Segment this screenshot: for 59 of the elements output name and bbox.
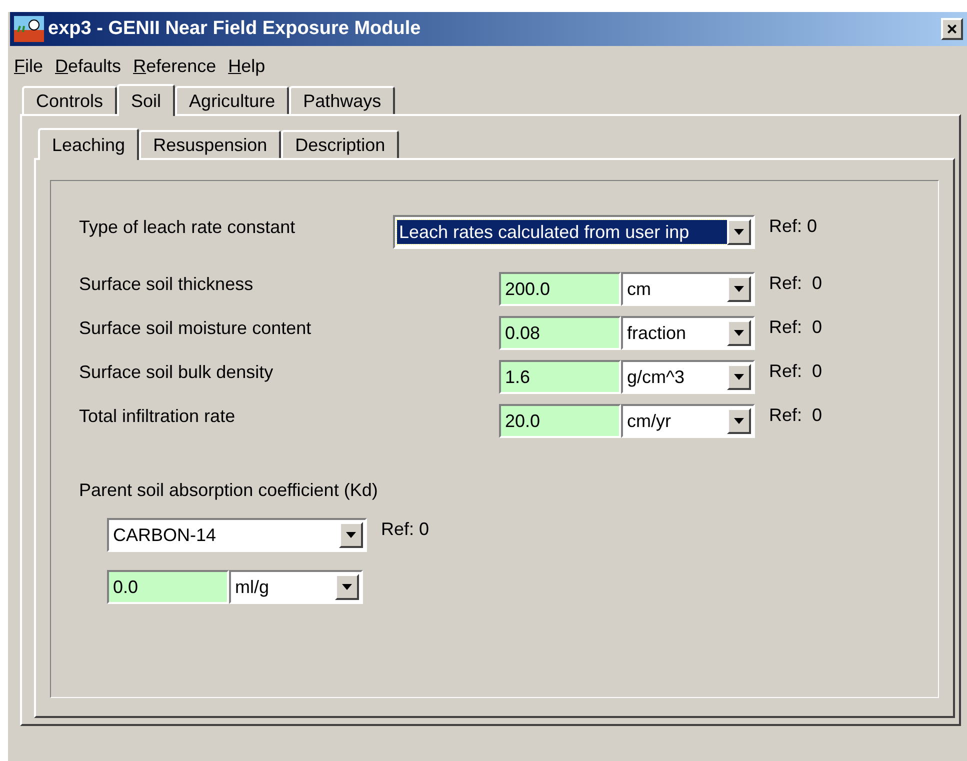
field-label: Surface soil moisture content <box>79 317 312 340</box>
dropdown-button[interactable] <box>727 276 751 302</box>
tab[interactable]: Controls <box>22 86 118 114</box>
tab[interactable]: Agriculture <box>175 86 290 114</box>
ref-label: Ref: 0 <box>769 215 818 237</box>
input-field[interactable]: 200.0 <box>499 272 621 306</box>
down-arrow-icon <box>346 532 356 538</box>
menu-item[interactable]: File <box>12 52 46 80</box>
down-arrow-icon <box>734 286 744 292</box>
ref-label: Ref: 0 <box>769 360 822 382</box>
combo-value: ml/g <box>234 576 270 599</box>
down-arrow-icon <box>734 418 744 424</box>
ref-label: Ref: 0 <box>381 518 430 540</box>
field-label: Total infiltration rate <box>79 405 236 428</box>
combo-value: CARBON-14 <box>112 524 218 547</box>
tab[interactable]: Description <box>281 130 400 158</box>
input-field[interactable]: 1.6 <box>499 360 621 394</box>
input-field[interactable]: 0.0 <box>107 570 229 604</box>
combo-value: fraction <box>626 322 688 345</box>
dropdown-button[interactable] <box>339 522 363 548</box>
down-arrow-icon <box>734 374 744 380</box>
app-icon <box>14 16 44 42</box>
tab[interactable]: Leaching <box>38 128 140 160</box>
input-field[interactable]: 20.0 <box>499 404 621 438</box>
unit-combo[interactable]: fraction <box>621 316 755 350</box>
dropdown-button[interactable] <box>727 320 751 346</box>
field-label: Surface soil bulk density <box>79 361 274 384</box>
tab[interactable]: Pathways <box>289 86 396 114</box>
field-label: Parent soil absorption coefficient (Kd) <box>79 479 379 502</box>
down-arrow-icon <box>734 330 744 336</box>
close-button[interactable]: × <box>941 18 963 40</box>
dropdown-button[interactable] <box>727 408 751 434</box>
ref-label: Ref: 0 <box>769 272 822 294</box>
input-field[interactable]: 0.08 <box>499 316 621 350</box>
window-title: exp3 - GENII Near Field Exposure Module <box>48 16 421 41</box>
down-arrow-icon <box>734 229 744 235</box>
field-label: Surface soil thickness <box>79 273 254 296</box>
unit-combo[interactable]: ml/g <box>229 570 363 604</box>
ref-label: Ref: 0 <box>769 316 822 338</box>
dropdown-button[interactable] <box>727 219 751 245</box>
field-label: Type of leach rate constant <box>79 216 296 239</box>
tab[interactable]: Resuspension <box>139 130 282 158</box>
combo-value: cm/yr <box>626 410 672 433</box>
down-arrow-icon <box>342 584 352 590</box>
unit-combo[interactable]: cm/yr <box>621 404 755 438</box>
leach-type-combo[interactable]: Leach rates calculated from user inp <box>393 215 755 249</box>
menu-item[interactable]: Defaults <box>53 52 124 80</box>
combo-value: Leach rates calculated from user inp <box>397 220 727 244</box>
dropdown-button[interactable] <box>727 364 751 390</box>
nuclide-combo[interactable]: CARBON-14 <box>107 518 367 552</box>
unit-combo[interactable]: cm <box>621 272 755 306</box>
menu-item[interactable]: Reference <box>131 52 218 80</box>
tab[interactable]: Soil <box>117 84 176 116</box>
combo-value: g/cm^3 <box>626 366 686 389</box>
ref-label: Ref: 0 <box>769 404 822 426</box>
menu-item[interactable]: Help <box>226 52 268 80</box>
dropdown-button[interactable] <box>335 574 359 600</box>
combo-value: cm <box>626 278 652 301</box>
unit-combo[interactable]: g/cm^3 <box>621 360 755 394</box>
